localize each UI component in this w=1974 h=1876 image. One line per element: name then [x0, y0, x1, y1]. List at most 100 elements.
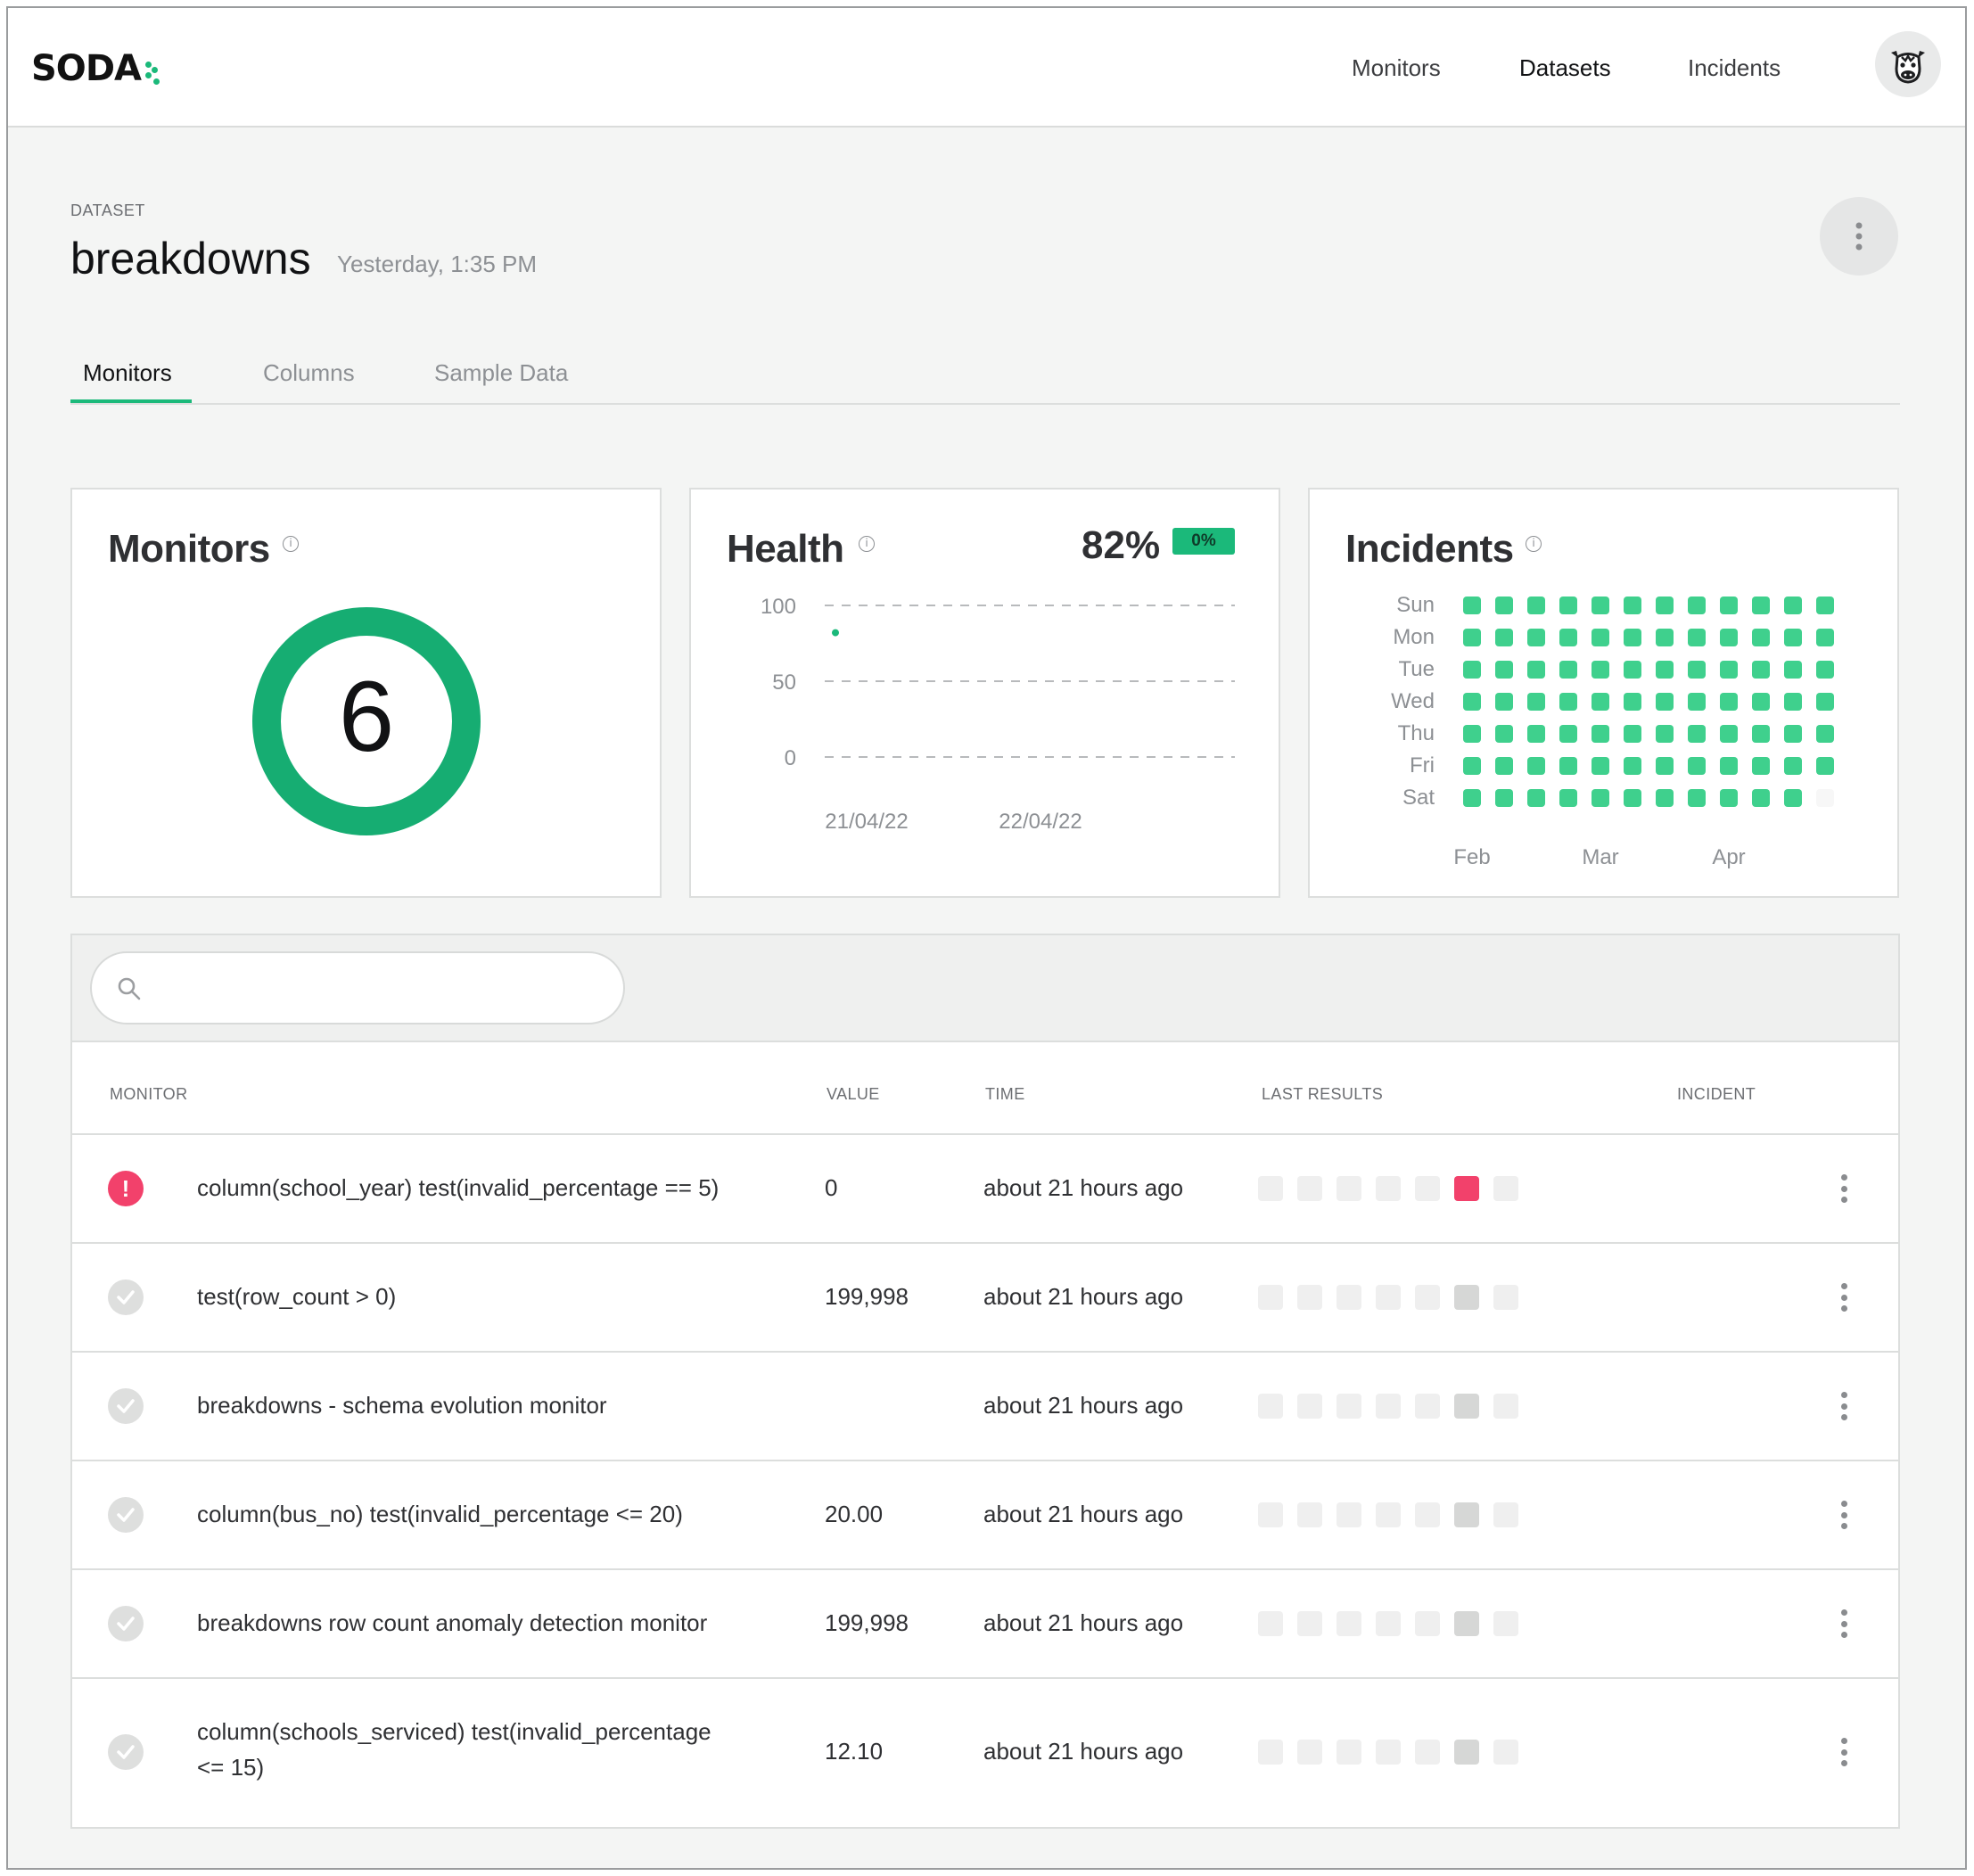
column-header-time[interactable]: TIME [985, 1085, 1025, 1104]
search-box[interactable] [90, 951, 625, 1024]
heatmap-cell [1463, 629, 1481, 646]
result-chip-pass[interactable] [1454, 1611, 1479, 1636]
nav-datasets[interactable]: Datasets [1519, 54, 1611, 82]
result-chip[interactable] [1376, 1740, 1401, 1765]
column-header-monitor[interactable]: MONITOR [110, 1085, 187, 1104]
result-chip-pass[interactable] [1454, 1394, 1479, 1419]
health-change-badge: 0% [1172, 528, 1235, 555]
table-row[interactable]: breakdowns - schema evolution monitor ab… [72, 1353, 1898, 1461]
dataset-actions-button[interactable] [1820, 197, 1898, 276]
result-chip[interactable] [1258, 1394, 1283, 1419]
heatmap-cell [1752, 629, 1770, 646]
result-chip[interactable] [1493, 1394, 1518, 1419]
info-icon[interactable]: i [859, 536, 875, 552]
tab-columns[interactable]: Columns [263, 359, 355, 387]
result-chip[interactable] [1376, 1394, 1401, 1419]
heatmap-cell [1656, 789, 1674, 807]
result-chip[interactable] [1297, 1176, 1322, 1201]
heatmap-cell [1463, 693, 1481, 711]
table-row[interactable]: column(bus_no) test(invalid_percentage <… [72, 1461, 1898, 1570]
result-chip[interactable] [1493, 1502, 1518, 1527]
info-icon[interactable]: i [283, 536, 299, 552]
monitor-name[interactable]: column(bus_no) test(invalid_percentage <… [197, 1501, 683, 1528]
column-header-incident: INCIDENT [1677, 1085, 1756, 1103]
nav-monitors[interactable]: Monitors [1352, 54, 1441, 82]
result-chip[interactable] [1415, 1176, 1440, 1201]
table-row[interactable]: test(row_count > 0) 199,998 about 21 hou… [72, 1244, 1898, 1353]
result-chip[interactable] [1258, 1176, 1283, 1201]
result-chip[interactable] [1258, 1611, 1283, 1636]
result-chip[interactable] [1297, 1740, 1322, 1765]
tab-monitors[interactable]: Monitors [83, 359, 172, 387]
result-chip[interactable] [1337, 1740, 1361, 1765]
result-chip-pass[interactable] [1454, 1740, 1479, 1765]
tab-sample-data[interactable]: Sample Data [434, 359, 568, 387]
result-chip[interactable] [1258, 1285, 1283, 1310]
heatmap-cell [1688, 789, 1706, 807]
result-chip[interactable] [1376, 1285, 1401, 1310]
row-more-icon[interactable] [1838, 1171, 1850, 1206]
result-chip[interactable] [1493, 1285, 1518, 1310]
heatmap-cell [1784, 629, 1802, 646]
heatmap-cell [1527, 629, 1545, 646]
result-chip[interactable] [1337, 1176, 1361, 1201]
monitor-time: about 21 hours ago [983, 1501, 1184, 1527]
day-label: Sun [1396, 593, 1435, 617]
monitor-name-line-1[interactable]: column(schools_serviced) test(invalid_pe… [197, 1718, 711, 1746]
user-avatar[interactable] [1875, 31, 1941, 97]
row-more-icon[interactable] [1838, 1497, 1850, 1533]
result-chip[interactable] [1258, 1740, 1283, 1765]
heatmap-cell [1527, 597, 1545, 614]
result-chip[interactable] [1297, 1285, 1322, 1310]
heatmap-cell [1559, 725, 1577, 743]
monitor-name-line-2[interactable]: <= 15) [197, 1754, 264, 1781]
result-chip[interactable] [1415, 1611, 1440, 1636]
result-chip-pass[interactable] [1454, 1285, 1479, 1310]
result-chip[interactable] [1415, 1740, 1440, 1765]
monitor-name[interactable]: breakdowns - schema evolution monitor [197, 1392, 607, 1419]
health-card: Health i 82% 0% 100 50 0 21/04/22 22/04/22 [689, 488, 1280, 898]
info-icon[interactable]: i [1526, 536, 1542, 552]
result-chip[interactable] [1493, 1740, 1518, 1765]
heatmap-cell [1688, 661, 1706, 679]
row-more-icon[interactable] [1838, 1388, 1850, 1424]
result-chip[interactable] [1493, 1611, 1518, 1636]
monitor-name[interactable]: column(school_year) test(invalid_percent… [197, 1174, 719, 1202]
search-input[interactable] [154, 966, 600, 1010]
heatmap-cell [1592, 661, 1609, 679]
monitor-name[interactable]: test(row_count > 0) [197, 1283, 396, 1311]
table-row[interactable]: breakdowns row count anomaly detection m… [72, 1570, 1898, 1679]
heatmap-cell [1559, 693, 1577, 711]
monitors-card-title: Monitors [108, 527, 270, 571]
result-chip[interactable] [1376, 1611, 1401, 1636]
monitor-value: 20.00 [825, 1501, 884, 1527]
soda-logo[interactable]: SODA [31, 47, 161, 90]
heatmap-cell [1495, 693, 1513, 711]
result-chip[interactable] [1493, 1176, 1518, 1201]
result-chip[interactable] [1297, 1611, 1322, 1636]
table-row[interactable]: ! column(school_year) test(invalid_perce… [72, 1135, 1898, 1244]
table-row[interactable]: column(schools_serviced) test(invalid_pe… [72, 1679, 1898, 1825]
result-chip[interactable] [1337, 1611, 1361, 1636]
row-more-icon[interactable] [1838, 1606, 1850, 1642]
result-chip[interactable] [1337, 1394, 1361, 1419]
result-chip-pass[interactable] [1454, 1502, 1479, 1527]
heatmap-cell [1752, 725, 1770, 743]
result-chip[interactable] [1376, 1502, 1401, 1527]
result-chip[interactable] [1337, 1502, 1361, 1527]
heatmap-cell [1463, 757, 1481, 775]
result-chip[interactable] [1258, 1502, 1283, 1527]
result-chip[interactable] [1297, 1394, 1322, 1419]
nav-incidents[interactable]: Incidents [1688, 54, 1781, 82]
row-more-icon[interactable] [1838, 1279, 1850, 1315]
result-chip[interactable] [1415, 1394, 1440, 1419]
monitor-name[interactable]: breakdowns row count anomaly detection m… [197, 1609, 707, 1637]
result-chip[interactable] [1415, 1285, 1440, 1310]
result-chip[interactable] [1415, 1502, 1440, 1527]
result-chip[interactable] [1297, 1502, 1322, 1527]
result-chip[interactable] [1376, 1176, 1401, 1201]
row-more-icon[interactable] [1838, 1734, 1850, 1770]
column-header-value[interactable]: VALUE [827, 1085, 880, 1104]
result-chip-fail[interactable] [1454, 1176, 1479, 1201]
result-chip[interactable] [1337, 1285, 1361, 1310]
